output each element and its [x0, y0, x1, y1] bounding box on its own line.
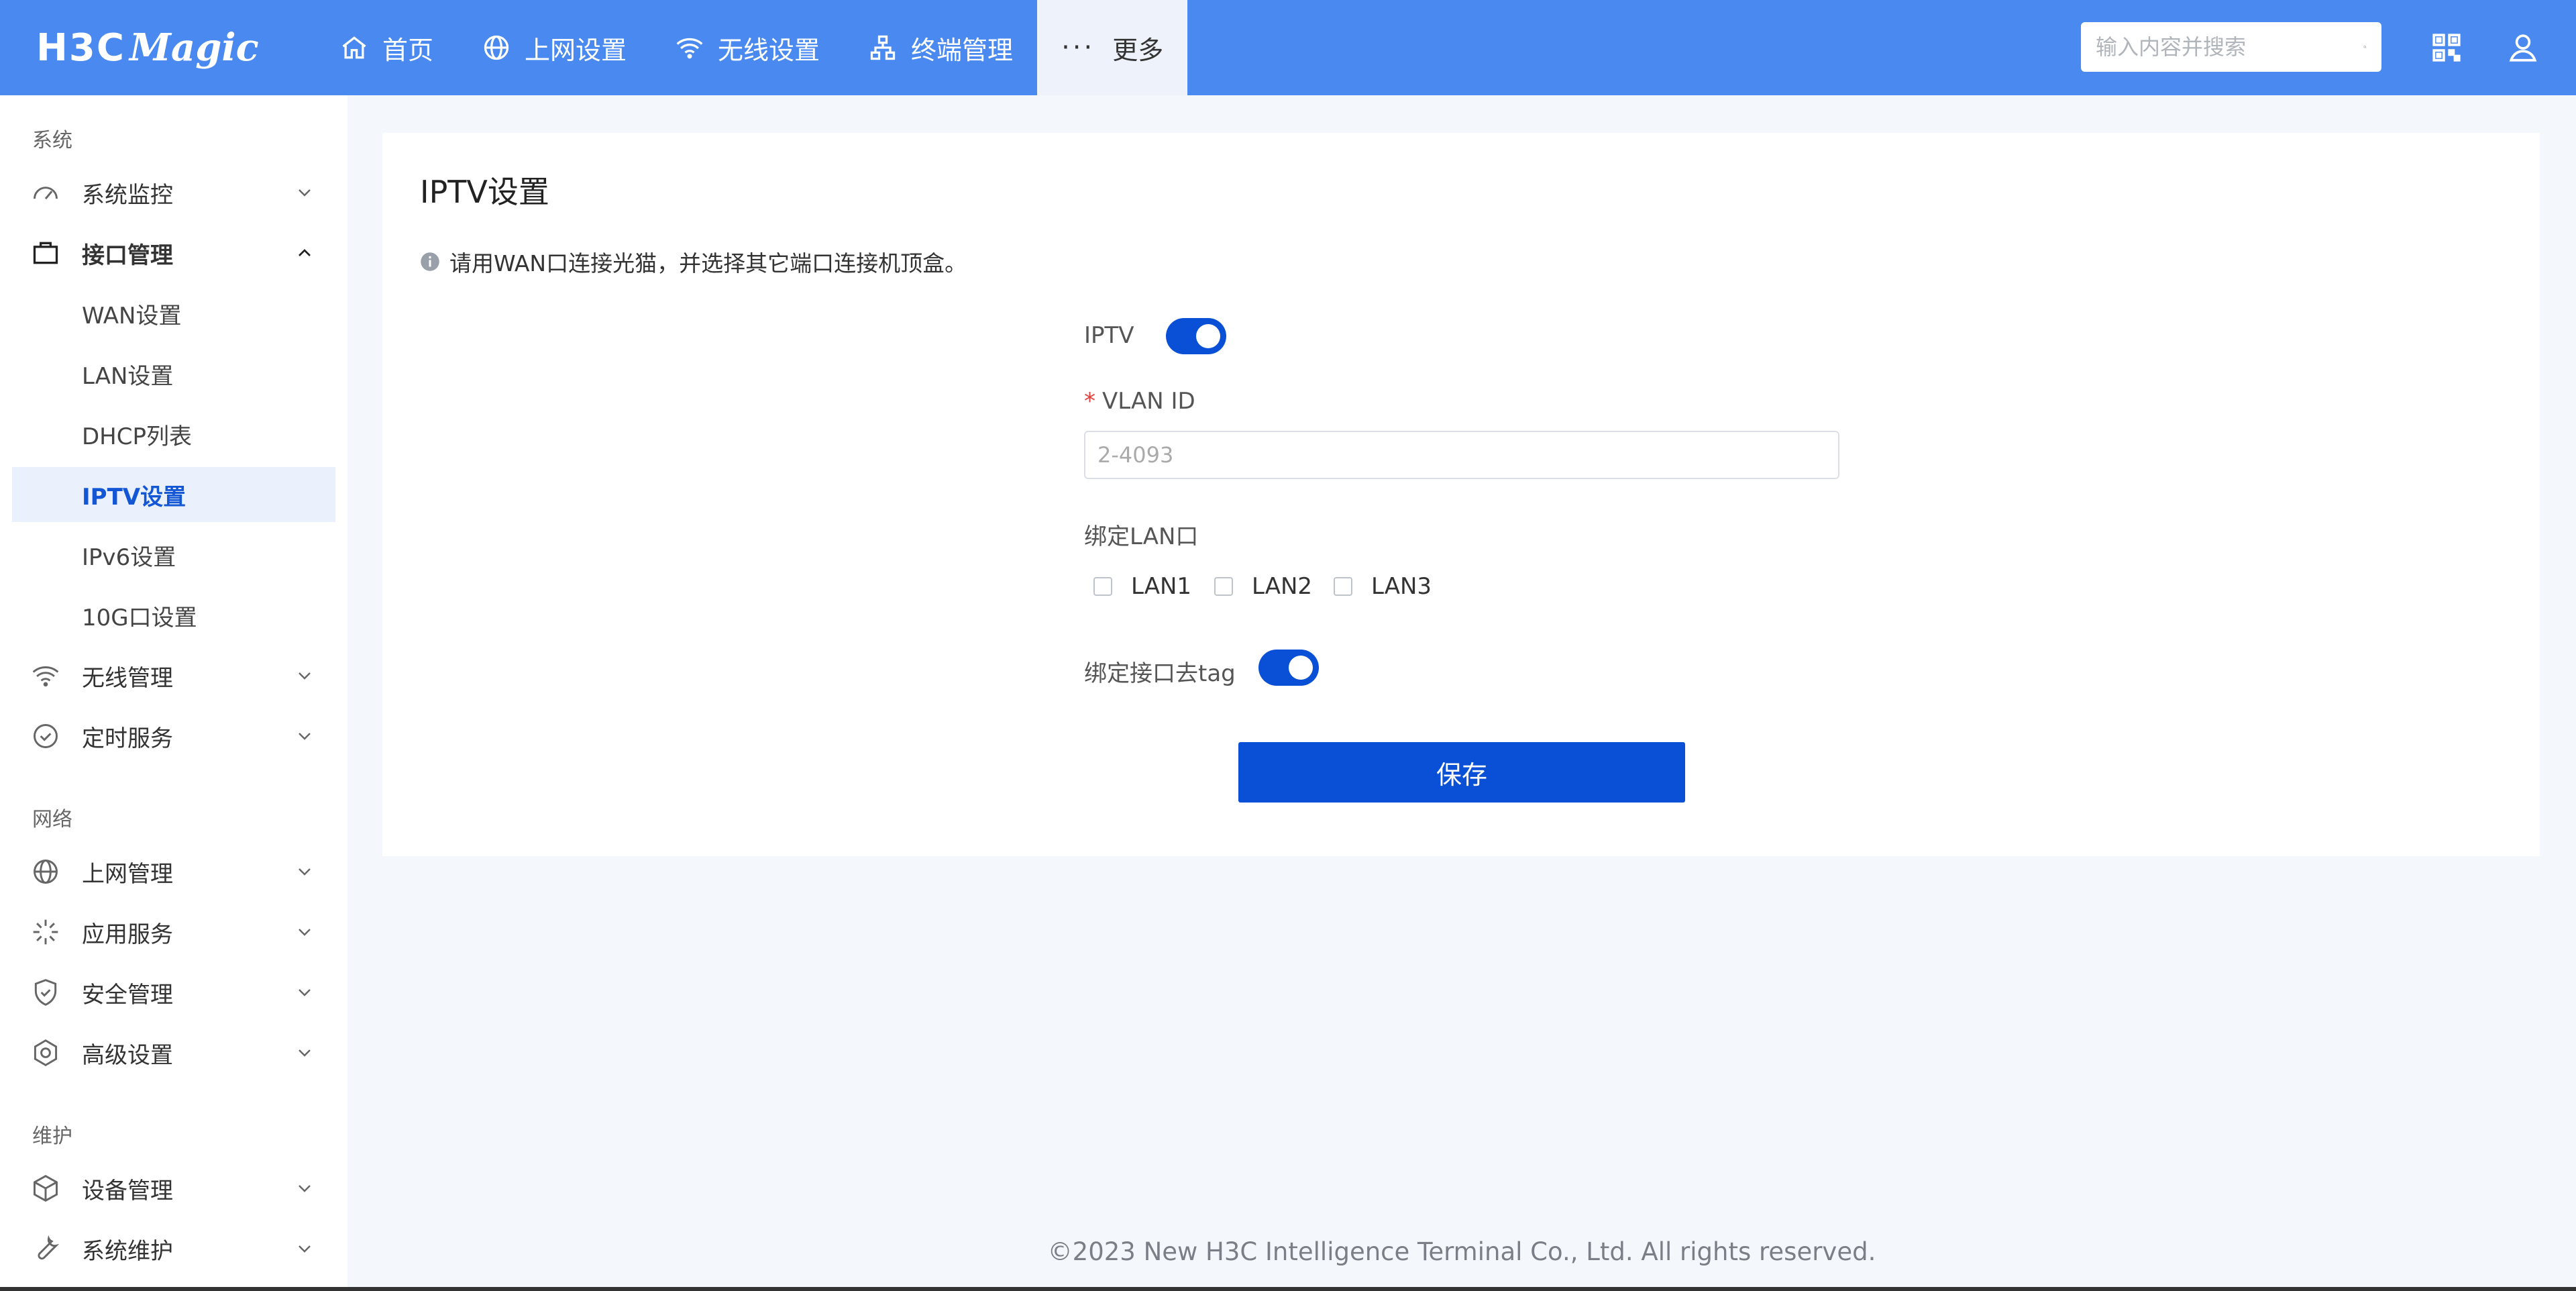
group-title-network: 网络	[32, 808, 72, 831]
wifi-icon	[32, 666, 59, 687]
chevron-down-icon	[299, 1245, 311, 1253]
sidebar-item-sys-monitor[interactable]: 系统监控	[12, 165, 335, 220]
sidebar-item-label: 系统维护	[82, 1237, 173, 1265]
sidebar-subitem-ipv6[interactable]: IPv6设置	[12, 527, 335, 582]
wrench-icon	[38, 1235, 60, 1260]
footer-area: ©2023 New H3C Intelligence Terminal Co.,…	[347, 0, 2576, 1291]
globe-icon	[34, 860, 58, 884]
briefcase-icon	[33, 242, 58, 264]
speedometer-icon	[34, 187, 58, 200]
chevron-down-icon	[299, 672, 311, 680]
sidebar: 系统 系统监控 接口管理 WAN设置 LAN设置 DHCP列表 IPTV设置 I…	[0, 95, 347, 1291]
sidebar-subitem-dhcp[interactable]: DHCP列表	[12, 407, 335, 462]
group-title-maintenance: 维护	[32, 1125, 72, 1148]
sidebar-item-label: 应用服务	[82, 921, 173, 948]
sparkle-icon	[33, 919, 58, 945]
logo-magic: Magic	[129, 25, 259, 70]
sidebar-item-label: 上网管理	[82, 860, 173, 888]
hexagon-gear-icon	[34, 1039, 58, 1067]
sidebar-item-label: 无线管理	[82, 664, 173, 692]
logo-h3c: H3C	[36, 25, 125, 70]
sidebar-item-label: 设备管理	[82, 1177, 173, 1204]
copyright-footer: ©2023 New H3C Intelligence Terminal Co.,…	[1047, 1237, 1876, 1266]
sidebar-subitem-10g[interactable]: 10G口设置	[12, 588, 335, 643]
sidebar-item-advanced[interactable]: 高级设置	[12, 1025, 335, 1080]
sidebar-item-label: 高级设置	[82, 1041, 173, 1069]
chevron-down-icon	[299, 733, 311, 740]
sidebar-item-security-mgmt[interactable]: 安全管理	[12, 965, 335, 1020]
chevron-down-icon	[299, 989, 311, 996]
sidebar-subitem-iptv[interactable]: IPTV设置	[12, 467, 335, 522]
sidebar-subitem-wan[interactable]: WAN设置	[12, 286, 335, 341]
chevron-down-icon	[299, 1049, 311, 1057]
sidebar-item-internet-mgmt[interactable]: 上网管理	[12, 844, 335, 899]
sidebar-item-sys-maint[interactable]: 系统维护	[12, 1221, 335, 1276]
chevron-down-icon	[299, 929, 311, 936]
sidebar-item-iface-mgmt[interactable]: 接口管理	[12, 225, 335, 280]
brand-logo[interactable]: H3C Magic	[36, 25, 259, 70]
window-bottom-border	[0, 1287, 2576, 1291]
chevron-down-icon	[299, 868, 311, 876]
sidebar-item-label: 定时服务	[82, 725, 173, 752]
sidebar-item-device-mgmt[interactable]: 设备管理	[12, 1161, 335, 1216]
sidebar-item-wireless-mgmt[interactable]: 无线管理	[12, 648, 335, 703]
sidebar-subitem-lan[interactable]: LAN设置	[12, 346, 335, 401]
chevron-down-icon	[299, 1185, 311, 1192]
sidebar-item-label: 接口管理	[82, 242, 173, 269]
sidebar-item-timer-service[interactable]: 定时服务	[12, 709, 335, 764]
cube-icon	[34, 1174, 58, 1202]
shield-icon	[34, 979, 57, 1006]
sidebar-item-app-service[interactable]: 应用服务	[12, 905, 335, 960]
group-title-system: 系统	[32, 129, 72, 152]
chevron-up-icon	[299, 249, 311, 256]
sidebar-item-label: 安全管理	[82, 981, 173, 1009]
chevron-down-icon	[299, 189, 311, 197]
sidebar-item-label: 系统监控	[82, 181, 173, 209]
clock-check-icon	[34, 724, 58, 748]
